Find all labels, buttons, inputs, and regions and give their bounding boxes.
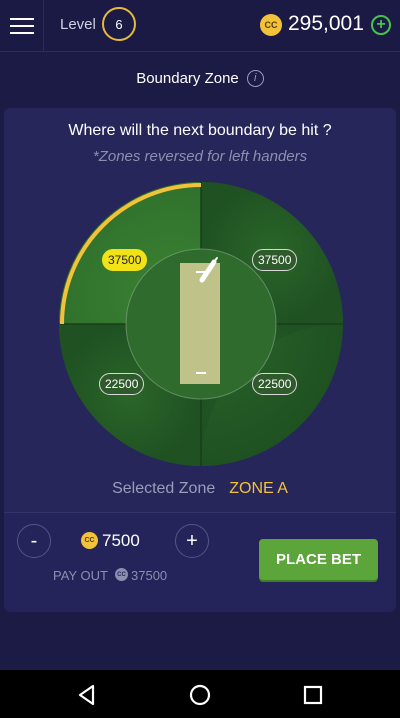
- zone-b-payout[interactable]: 37500: [252, 249, 298, 271]
- top-bar: Level 6 CC 295,001 +: [0, 0, 400, 52]
- coin-icon: CC: [81, 532, 98, 549]
- selected-zone-row: Selected Zone ZONE A: [0, 480, 400, 498]
- increase-bet-button[interactable]: +: [175, 524, 209, 558]
- add-coins-button[interactable]: +: [371, 15, 391, 35]
- level-badge: 6: [102, 7, 136, 41]
- bet-amount: 7500: [102, 531, 140, 550]
- place-bet-button[interactable]: PLACE BET: [259, 539, 378, 580]
- zone-c-payout[interactable]: 22500: [99, 373, 145, 395]
- hamburger-icon: [9, 18, 34, 20]
- nav-back-icon[interactable]: [74, 682, 100, 708]
- payout-value: 37500: [131, 568, 168, 583]
- cricket-field: 37500 37500 22500 22500: [56, 178, 346, 470]
- page-title-row: Boundary Zone i: [0, 66, 400, 90]
- page-title: Boundary Zone: [136, 69, 239, 87]
- selected-zone-label: Selected Zone: [112, 480, 216, 497]
- field-graphic: [59, 182, 343, 466]
- hamburger-icon: [9, 25, 34, 27]
- nav-recents-icon[interactable]: [300, 682, 326, 708]
- crease-marker: [196, 372, 206, 374]
- coin-icon: CC: [115, 568, 128, 581]
- system-nav-bar: [0, 670, 400, 718]
- coin-balance: 295,001: [288, 12, 364, 35]
- info-icon[interactable]: i: [246, 69, 264, 87]
- question-text: Where will the next boundary be hit ?: [68, 122, 332, 139]
- handedness-note: *Zones reversed for left handers: [92, 148, 308, 165]
- zone-a-payout[interactable]: 37500: [102, 249, 148, 271]
- level-label: Level: [60, 16, 96, 33]
- zone-d-payout[interactable]: 22500: [252, 373, 298, 395]
- payout-label: PAY OUT: [53, 568, 108, 583]
- decrease-bet-button[interactable]: -: [17, 524, 51, 558]
- hamburger-icon: [9, 32, 34, 34]
- selected-zone-value: ZONE A: [229, 480, 288, 497]
- nav-home-icon[interactable]: [187, 682, 213, 708]
- menu-button[interactable]: [0, 0, 44, 52]
- coin-icon: CC: [260, 14, 282, 36]
